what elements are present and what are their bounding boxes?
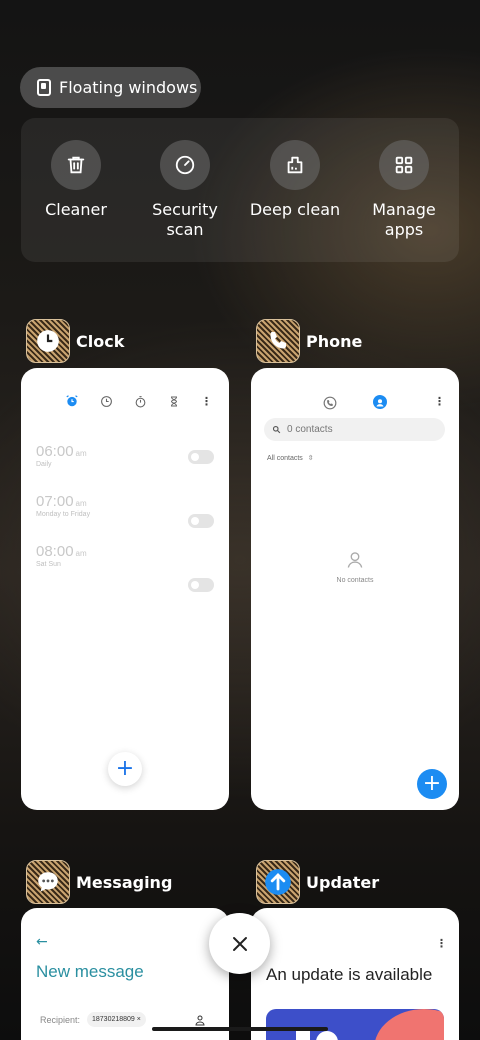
deep-clean-icon <box>270 140 320 190</box>
floating-windows-label: Floating windows <box>59 78 198 97</box>
phone-app-header: Phone <box>256 319 362 363</box>
update-available-heading: An update is available <box>266 965 433 984</box>
grid-apps-icon <box>379 140 429 190</box>
alarm-ampm: am <box>75 499 87 508</box>
quick-actions-panel: Cleaner Security scan Deep clean Manage … <box>21 118 459 262</box>
updater-app-card[interactable]: ⋮ An update is available <box>251 908 459 1040</box>
trash-icon <box>51 140 101 190</box>
contacts-filter-dropdown[interactable]: All contacts ⇳ <box>267 454 314 463</box>
contacts-tab-icon[interactable] <box>373 395 387 409</box>
contacts-filter-label: All contacts <box>267 454 303 462</box>
close-icon <box>232 936 247 951</box>
security-scan-icon <box>160 140 210 190</box>
alarm-item[interactable]: 07:00 am Monday to Friday <box>36 493 90 518</box>
contacts-search-input[interactable]: 0 contacts <box>264 418 445 441</box>
recipient-label: Recipient: <box>40 1015 81 1025</box>
phone-app-title: Phone <box>306 331 363 351</box>
sort-arrows-icon: ⇳ <box>307 455 314 462</box>
alarm-item[interactable]: 08:00 am Sat Sun <box>36 543 87 568</box>
updater-app-title: Updater <box>306 872 380 892</box>
updater-app-header: Updater <box>256 860 379 904</box>
search-icon <box>272 425 281 434</box>
add-contact-button[interactable]: + <box>417 769 447 799</box>
deep-clean-button[interactable]: Deep clean <box>240 140 350 220</box>
alarm-repeat: Daily <box>36 461 52 468</box>
clock-app-header: Clock <box>26 319 124 363</box>
floating-windows-button[interactable]: Floating windows <box>20 67 201 108</box>
phone-app-icon <box>256 319 300 363</box>
home-indicator[interactable] <box>152 1027 328 1031</box>
alarm-time: 07:00 <box>36 493 74 510</box>
person-outline-icon <box>345 550 365 574</box>
phone-app-card[interactable]: ⋮ 0 contacts All contacts ⇳ No contacts … <box>251 368 459 810</box>
alarm-ampm: am <box>75 549 87 558</box>
back-arrow-icon[interactable]: ← <box>36 935 48 949</box>
close-all-button[interactable] <box>209 913 270 974</box>
alarm-tab-icon[interactable] <box>65 394 79 408</box>
add-alarm-button[interactable]: + <box>108 752 142 786</box>
alarm-time: 08:00 <box>36 543 74 560</box>
recipient-chip[interactable]: 18730218809 × <box>87 1012 146 1027</box>
updater-app-icon <box>256 860 300 904</box>
alarm-item[interactable]: 06:00 am Daily <box>36 443 87 468</box>
messaging-app-header: Messaging <box>26 860 172 904</box>
update-banner-image <box>266 1009 444 1040</box>
alarm-repeat: Monday to Friday <box>36 511 91 518</box>
security-scan-button[interactable]: Security scan <box>130 140 240 240</box>
clock-app-icon <box>26 319 70 363</box>
manage-apps-button[interactable]: Manage apps <box>349 140 459 240</box>
deep-clean-label: Deep clean <box>249 200 341 219</box>
alarm-time: 06:00 <box>36 443 74 460</box>
clock-tab-bar: ⋮ <box>65 394 212 408</box>
alarm-repeat: Sat Sun <box>36 561 61 568</box>
cleaner-label: Cleaner <box>45 200 107 219</box>
alarm-toggle[interactable] <box>188 514 214 528</box>
plus-icon: + <box>422 771 442 796</box>
messaging-app-icon <box>26 860 70 904</box>
more-options-icon[interactable]: ⋮ <box>201 396 212 407</box>
timer-tab-icon[interactable] <box>168 395 180 408</box>
clock-app-title: Clock <box>76 331 125 351</box>
messaging-app-card[interactable]: ← New message Recipient: 18730218809 × <box>21 908 229 1040</box>
call-log-tab-icon[interactable] <box>323 395 337 414</box>
alarm-toggle[interactable] <box>188 450 214 464</box>
empty-contacts-text: No contacts <box>336 577 374 584</box>
cleaner-button[interactable]: Cleaner <box>21 140 131 220</box>
new-message-heading: New message <box>36 962 144 981</box>
more-options-icon[interactable]: ⋮ <box>436 938 447 949</box>
alarm-ampm: am <box>75 449 87 458</box>
stopwatch-tab-icon[interactable] <box>134 395 147 408</box>
security-scan-label: Security scan <box>152 200 218 239</box>
world-clock-tab-icon[interactable] <box>100 395 113 408</box>
alarm-toggle[interactable] <box>188 578 214 592</box>
clock-app-card[interactable]: ⋮ 06:00 am Daily 07:00 am Monday to Friday… <box>21 368 229 810</box>
messaging-app-title: Messaging <box>76 872 173 892</box>
manage-apps-label: Manage apps <box>372 200 436 239</box>
more-options-icon[interactable]: ⋮ <box>434 396 445 407</box>
plus-icon: + <box>115 756 135 781</box>
floating-window-icon <box>37 79 51 96</box>
search-placeholder: 0 contacts <box>287 424 333 435</box>
